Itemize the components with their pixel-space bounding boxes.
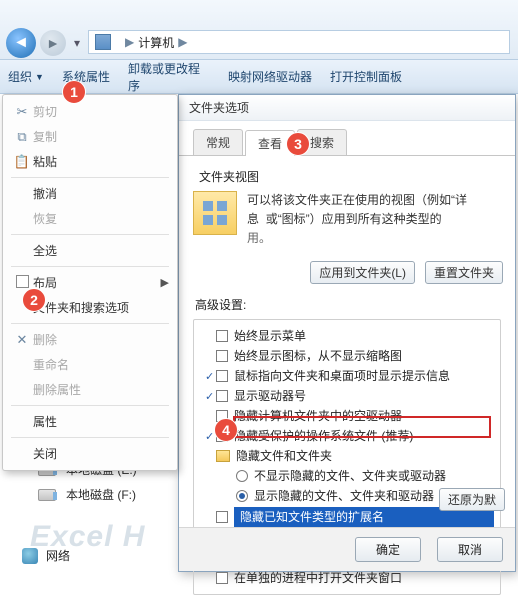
organize-button[interactable]: 组织▼ [8, 68, 44, 85]
sidebar-item-network[interactable]: 网络 [0, 541, 176, 568]
forward-button[interactable]: ► [40, 30, 66, 56]
radio-icon [236, 470, 248, 482]
menu-item-label: 撤消 [33, 185, 57, 202]
organize-menu-item: ⧉复制 [5, 124, 175, 149]
network-icon [22, 548, 38, 564]
organize-menu-item: ✂剪切 [5, 99, 175, 124]
submenu-arrow-icon: ▶ [161, 276, 169, 289]
organize-menu-item: 恢复 [5, 206, 175, 231]
advanced-setting-row[interactable]: 不显示隐藏的文件、文件夹或驱动器 [198, 466, 496, 486]
organize-menu-item: 重命名 [5, 352, 175, 377]
back-button[interactable]: ◄ [6, 28, 36, 58]
nav-history-dropdown[interactable]: ▾ [70, 33, 84, 53]
organize-menu-item: 删除属性 [5, 377, 175, 402]
menu-item-label: 文件夹和搜索选项 [33, 299, 129, 316]
organize-menu-item[interactable]: 属性 [5, 409, 175, 434]
checkbox-icon [216, 370, 228, 382]
advanced-setting-row[interactable]: 隐藏受保护的操作系统文件 (推荐) [198, 426, 496, 446]
folder-view-text: 可以将该文件夹正在使用的视图（例如“详 息 或“图标”）应用到所有这种类型的 用… [247, 191, 467, 249]
cancel-button[interactable]: 取消 [437, 537, 503, 562]
menu-item-label: 复制 [33, 128, 57, 145]
menu-item-label: 全选 [33, 242, 57, 259]
advanced-setting-row[interactable]: 鼠标指向文件夹和桌面项时显示提示信息 [198, 366, 496, 386]
uninstall-button[interactable]: 卸载或更改程序 [128, 60, 210, 94]
explorer-navbar: ◄ ► ▾ ▶ 计算机 ▶ [0, 0, 518, 60]
menu-item-label: 关闭 [33, 445, 57, 462]
callout-badge-4: 4 [214, 418, 238, 442]
computer-icon [95, 34, 111, 50]
advanced-setting-row[interactable]: 始终显示图标，从不显示缩略图 [198, 346, 496, 366]
address-bar[interactable]: ▶ 计算机 ▶ [88, 30, 510, 54]
advanced-setting-row[interactable]: 始终显示菜单 [198, 326, 496, 346]
organize-menu-item[interactable]: 📋粘贴 [5, 149, 175, 174]
organize-menu-item: ✕删除 [5, 327, 175, 352]
organize-menu: ✂剪切⧉复制📋粘贴撤消恢复全选布局▶文件夹和搜索选项✕删除重命名删除属性属性关闭 [2, 94, 178, 471]
checkbox-icon [216, 330, 228, 342]
organize-menu-item[interactable]: 全选 [5, 238, 175, 263]
apply-to-folders-button[interactable]: 应用到文件夹(L) [310, 261, 415, 284]
advanced-setting-row[interactable]: 隐藏计算机文件夹中的空驱动器 [198, 406, 496, 426]
advanced-setting-row[interactable]: 隐藏文件和文件夹 [198, 446, 496, 466]
menu-item-label: 剪切 [33, 103, 57, 120]
tab-general[interactable]: 常规 [193, 129, 243, 155]
menu-item-icon: ⧉ [11, 129, 33, 145]
dialog-footer: 确定 取消 [179, 527, 515, 571]
advanced-setting-row[interactable]: 显示驱动器号 [198, 386, 496, 406]
menu-item-label: 属性 [33, 413, 57, 430]
checkbox-icon [216, 572, 228, 584]
organize-menu-item[interactable]: 关闭 [5, 441, 175, 466]
menu-item-icon: 📋 [11, 154, 33, 170]
advanced-settings-label: 高级设置: [195, 296, 515, 313]
open-control-panel-button[interactable]: 打开控制面板 [330, 68, 402, 85]
drive-icon [38, 489, 56, 501]
menu-item-label: 删除属性 [33, 381, 81, 398]
folder-view-icon [193, 191, 237, 235]
breadcrumb-computer[interactable]: 计算机 [138, 34, 174, 51]
checkbox-icon [216, 511, 228, 523]
checkbox-icon [216, 350, 228, 362]
callout-badge-3: 3 [286, 132, 310, 156]
callout-badge-2: 2 [22, 288, 46, 312]
menu-item-label: 恢复 [33, 210, 57, 227]
folder-icon [216, 450, 230, 462]
menu-item-icon: ✂ [11, 104, 33, 120]
folder-options-dialog: 文件夹选项 常规 查看 搜索 文件夹视图 可以将该文件夹正在使用的视图（例如“详… [178, 94, 516, 572]
dialog-title: 文件夹选项 [179, 95, 515, 121]
callout-badge-1: 1 [62, 80, 86, 104]
breadcrumb-sep: ▶ [125, 35, 134, 49]
folder-view-heading: 文件夹视图 [199, 168, 503, 185]
menu-item-label: 删除 [33, 331, 57, 348]
ok-button[interactable]: 确定 [355, 537, 421, 562]
menu-item-label: 粘贴 [33, 153, 57, 170]
checkbox-icon [216, 390, 228, 402]
sidebar-item-drive-f[interactable]: 本地磁盘 (F:) [0, 482, 176, 507]
breadcrumb-sep2: ▶ [178, 35, 187, 49]
menu-item-icon: ✕ [11, 332, 33, 348]
tab-row: 常规 查看 搜索 [179, 121, 515, 156]
radio-icon [236, 490, 248, 502]
map-drive-button[interactable]: 映射网络驱动器 [228, 68, 312, 85]
organize-menu-item[interactable]: 撤消 [5, 181, 175, 206]
reset-folders-button[interactable]: 重置文件夹 [425, 261, 503, 284]
restore-defaults-button[interactable]: 还原为默 [439, 488, 505, 511]
menu-item-label: 重命名 [33, 356, 69, 373]
